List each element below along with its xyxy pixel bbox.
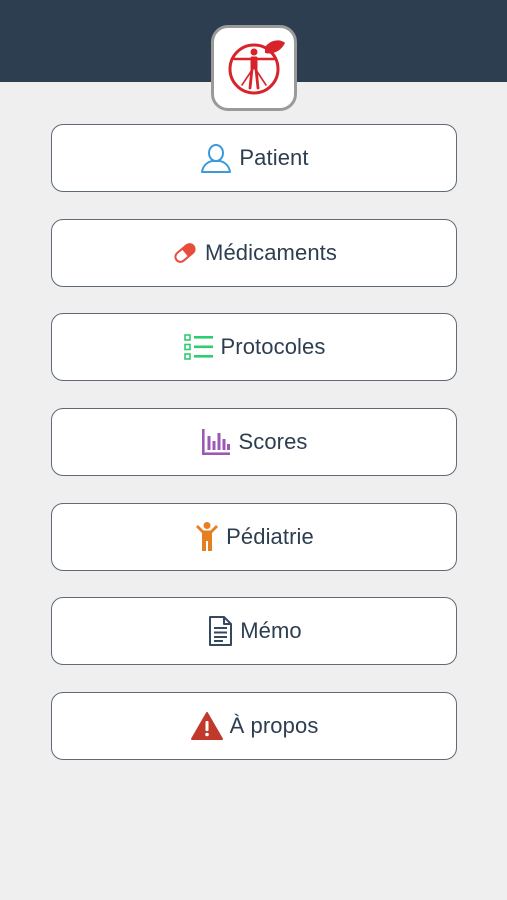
protocoles-button[interactable]: Protocoles: [51, 313, 457, 382]
warning-triangle-icon: [190, 711, 224, 741]
protocoles-label: Protocoles: [220, 334, 326, 360]
person-outline-icon: [199, 141, 233, 175]
scores-button[interactable]: Scores: [51, 408, 457, 477]
pill-icon: [171, 239, 199, 267]
main-menu: Patient Médicaments Protocoles Scores Pé…: [51, 124, 457, 787]
checklist-icon: [183, 332, 215, 362]
memo-label: Mémo: [240, 618, 302, 644]
pediatrie-label: Pédiatrie: [226, 523, 314, 549]
app-logo: [211, 25, 297, 111]
patient-button[interactable]: Patient: [51, 124, 457, 192]
bar-chart-icon: [200, 427, 232, 457]
document-icon: [206, 615, 234, 647]
a-propos-button[interactable]: À propos: [51, 692, 457, 761]
vitruvian-man-logo-icon: [228, 40, 285, 95]
scores-label: Scores: [238, 429, 308, 455]
pediatrie-button[interactable]: Pédiatrie: [51, 502, 457, 571]
child-icon: [194, 521, 220, 553]
medicaments-label: Médicaments: [205, 239, 337, 265]
memo-button[interactable]: Mémo: [51, 597, 457, 666]
patient-label: Patient: [239, 145, 309, 170]
medicaments-button[interactable]: Médicaments: [51, 218, 457, 287]
a-propos-label: À propos: [229, 713, 319, 739]
